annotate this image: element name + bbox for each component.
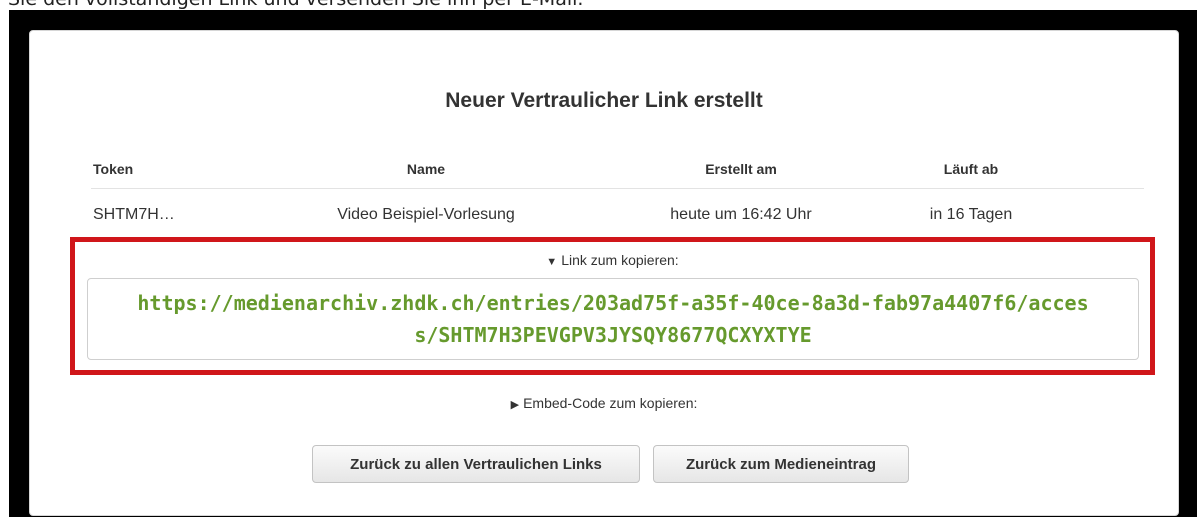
caption-text: Sie den vollständigen Link und versenden…	[8, 0, 583, 10]
caption-strip: Sie den vollständigen Link und versenden…	[0, 0, 1197, 10]
back-to-all-links-button[interactable]: Zurück zu allen Vertraulichen Links	[312, 445, 640, 483]
table-row: SHTM7H… Video Beispiel-Vorlesung heute u…	[91, 189, 1144, 239]
back-to-media-entry-button[interactable]: Zurück zum Medieneintrag	[653, 445, 909, 483]
screenshot-frame: Neuer Vertraulicher Link erstellt Token …	[9, 10, 1197, 517]
link-url-text[interactable]: https://medienarchiv.zhdk.ch/entries/203…	[133, 287, 1093, 351]
cell-created: heute um 16:42 Uhr	[670, 206, 812, 223]
caret-down-icon: ▼	[546, 256, 558, 268]
link-highlight-box: ▼ Link zum kopieren: https://medienarchiv…	[70, 237, 1155, 375]
header-expires: Läuft ab	[943, 161, 999, 177]
link-copy-toggle-label: Link zum kopieren:	[561, 252, 679, 268]
header-name: Name	[406, 161, 446, 177]
header-created: Erstellt am	[705, 161, 777, 177]
confidential-link-dialog: Neuer Vertraulicher Link erstellt Token …	[29, 30, 1179, 516]
cell-name: Video Beispiel-Vorlesung	[337, 206, 515, 223]
links-table: Token Name Erstellt am Läuft ab SHTM7H… …	[91, 149, 1144, 239]
table-header-row: Token Name Erstellt am Läuft ab	[91, 149, 1144, 189]
caret-right-icon: ▶	[510, 399, 520, 411]
dialog-title: Neuer Vertraulicher Link erstellt	[445, 89, 763, 112]
embed-code-toggle[interactable]: ▶ Embed-Code zum kopieren:	[30, 395, 1178, 411]
cell-expires: in 16 Tagen	[929, 206, 1013, 223]
embed-code-toggle-label: Embed-Code zum kopieren:	[523, 395, 698, 411]
header-token: Token	[93, 161, 134, 177]
link-copy-toggle[interactable]: ▼ Link zum kopieren:	[75, 252, 1150, 268]
link-url-field[interactable]: https://medienarchiv.zhdk.ch/entries/203…	[87, 278, 1139, 360]
cell-token: SHTM7H…	[93, 206, 175, 223]
